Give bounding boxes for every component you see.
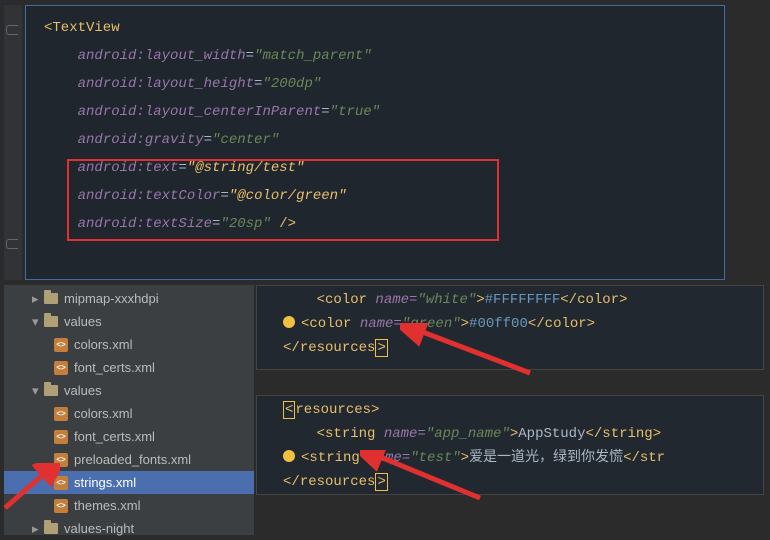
attr-val: "center" bbox=[212, 132, 279, 148]
xml-editor-strings[interactable]: <resources> <string name="app_name">AppS… bbox=[256, 395, 764, 495]
attr: name= bbox=[368, 450, 410, 466]
val: "app_name" bbox=[426, 426, 510, 442]
endtag: </str bbox=[623, 450, 665, 466]
tree-label: values-night bbox=[64, 521, 134, 536]
tag-open: <TextView bbox=[44, 20, 120, 36]
tree-label: themes.xml bbox=[74, 498, 140, 513]
attr-val: "20sp" bbox=[220, 216, 270, 232]
tag: <color bbox=[317, 292, 376, 308]
tree-folder[interactable]: ▸mipmap-xxxhdpi bbox=[4, 287, 254, 310]
folder-icon bbox=[44, 385, 58, 396]
endtag: </color> bbox=[560, 292, 627, 308]
attr-ns: android: bbox=[78, 160, 145, 176]
folder-icon bbox=[44, 316, 58, 327]
val: "test" bbox=[410, 450, 460, 466]
text: 爱是一道光，绿到你发慌 bbox=[469, 450, 623, 466]
attr-name: layout_centerInParent bbox=[145, 104, 321, 120]
tree-folder[interactable]: ▾values bbox=[4, 379, 254, 402]
xml-file-icon bbox=[54, 361, 68, 375]
endtag: </string> bbox=[585, 426, 661, 442]
attr-name: text bbox=[145, 160, 179, 176]
tree-label: colors.xml bbox=[74, 337, 133, 352]
xml-file-icon bbox=[54, 430, 68, 444]
attr-name: gravity bbox=[145, 132, 204, 148]
tag: <string bbox=[317, 426, 384, 442]
attr: name= bbox=[384, 426, 426, 442]
xml-file-icon bbox=[54, 499, 68, 513]
xml-editor-colors[interactable]: <color name="white">#FFFFFFFF</color> <c… bbox=[256, 285, 764, 370]
text: AppStudy bbox=[518, 426, 585, 442]
attr: name= bbox=[375, 292, 417, 308]
attr-ns: android: bbox=[78, 48, 145, 64]
tree-label: values bbox=[64, 314, 102, 329]
endtag: </color> bbox=[528, 316, 595, 332]
tree-file[interactable]: colors.xml bbox=[4, 333, 254, 356]
project-tree[interactable]: ▸mipmap-xxxhdpi ▾values colors.xml font_… bbox=[4, 285, 254, 535]
attr-val: "@string/test" bbox=[187, 160, 305, 176]
tag: <color bbox=[301, 316, 360, 332]
tree-label: strings.xml bbox=[74, 475, 136, 490]
tree-file[interactable]: preloaded_fonts.xml bbox=[4, 448, 254, 471]
tag-close: /> bbox=[271, 216, 296, 232]
tree-file-selected[interactable]: strings.xml bbox=[4, 471, 254, 494]
folder-icon bbox=[44, 293, 58, 304]
xml-file-icon bbox=[54, 476, 68, 490]
xml-editor-top[interactable]: <TextView android:layout_width="match_pa… bbox=[25, 5, 725, 280]
attr-name: layout_height bbox=[145, 76, 254, 92]
attr-ns: android: bbox=[78, 216, 145, 232]
attr-ns: android: bbox=[78, 132, 145, 148]
attr-val: "@color/green" bbox=[229, 188, 347, 204]
lightbulb-icon[interactable] bbox=[283, 450, 295, 462]
tree-label: preloaded_fonts.xml bbox=[74, 452, 191, 467]
tree-file[interactable]: themes.xml bbox=[4, 494, 254, 517]
gutter bbox=[4, 5, 22, 280]
tree-folder[interactable]: ▾values bbox=[4, 310, 254, 333]
attr-name: layout_width bbox=[145, 48, 246, 64]
xml-file-icon bbox=[54, 453, 68, 467]
tag: <string bbox=[301, 450, 368, 466]
attr-val: "match_parent" bbox=[254, 48, 372, 64]
folder-icon bbox=[44, 523, 58, 534]
val: "green" bbox=[402, 316, 461, 332]
val: "white" bbox=[417, 292, 476, 308]
hex: #FFFFFFFF bbox=[485, 292, 561, 308]
tree-file[interactable]: colors.xml bbox=[4, 402, 254, 425]
tree-file[interactable]: font_certs.xml bbox=[4, 356, 254, 379]
lightbulb-icon[interactable] bbox=[283, 316, 295, 328]
attr: name= bbox=[360, 316, 402, 332]
attr-val: "200dp" bbox=[262, 76, 321, 92]
gt: > bbox=[476, 292, 484, 308]
hex: #00ff00 bbox=[469, 316, 528, 332]
attr-name: textColor bbox=[145, 188, 221, 204]
attr-name: textSize bbox=[145, 216, 212, 232]
tree-label: values bbox=[64, 383, 102, 398]
attr-ns: android: bbox=[78, 188, 145, 204]
tree-label: font_certs.xml bbox=[74, 429, 155, 444]
gt: > bbox=[461, 450, 469, 466]
attr-ns: android: bbox=[78, 104, 145, 120]
xml-file-icon bbox=[54, 338, 68, 352]
attr-ns: android: bbox=[78, 76, 145, 92]
tree-label: colors.xml bbox=[74, 406, 133, 421]
tree-label: font_certs.xml bbox=[74, 360, 155, 375]
tree-file[interactable]: font_certs.xml bbox=[4, 425, 254, 448]
attr-val: "true" bbox=[330, 104, 380, 120]
tree-label: mipmap-xxxhdpi bbox=[64, 291, 159, 306]
xml-file-icon bbox=[54, 407, 68, 421]
gt: > bbox=[510, 426, 518, 442]
gt: > bbox=[461, 316, 469, 332]
